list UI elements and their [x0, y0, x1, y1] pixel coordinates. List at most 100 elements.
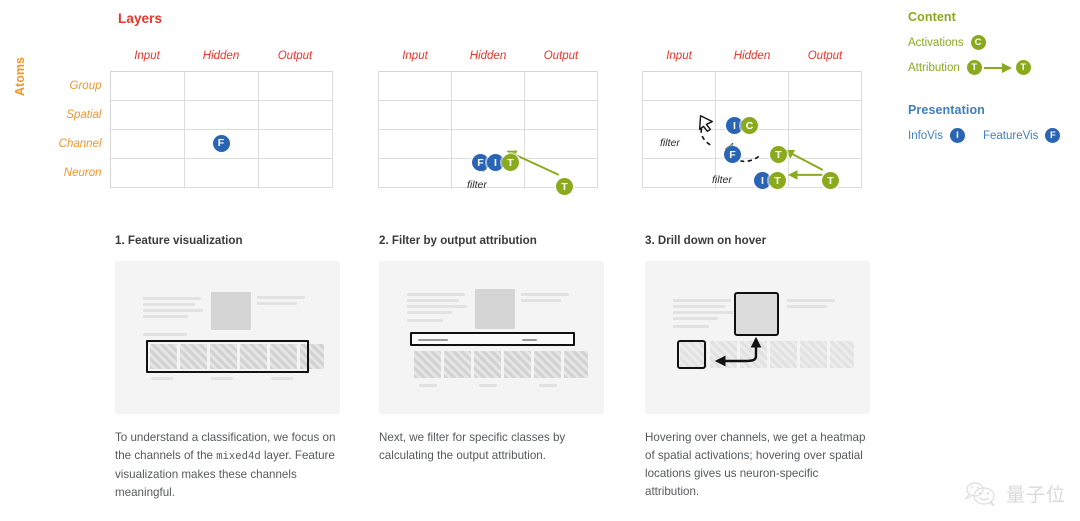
step-1-thumbnail[interactable] [115, 261, 340, 414]
step-2-thumbnail[interactable] [379, 261, 604, 414]
matrix-1-cell-spatial-output[interactable] [257, 99, 333, 130]
step-3-caption-pre: Hovering over channels, we get a heatmap… [645, 431, 866, 498]
matrix-1-rowlabel-channel: Channel [32, 129, 111, 158]
badge-attribution-to[interactable]: T [1015, 60, 1031, 75]
legend-activations-label: Activations [908, 36, 964, 49]
matrix-3-filter-label-lower: filter [712, 174, 732, 186]
matrix-3-cell-group-input[interactable] [642, 70, 716, 101]
thumb-image-block [475, 289, 515, 329]
step-2-title: 2. Filter by output attribution [379, 234, 537, 247]
thumb-text-line [143, 303, 195, 306]
thumb-text-line [539, 384, 557, 387]
matrix-1-table: Input Hidden Output Group Spatial Channe… [32, 42, 333, 188]
matrix-1-corner [32, 42, 110, 71]
thumb-text-line [211, 377, 233, 380]
thumb-text-line [419, 384, 437, 387]
matrix-3-col-output: Output [788, 42, 862, 72]
matrix-2-cell-spatial-output[interactable] [524, 99, 598, 130]
badge-featurevis[interactable]: F [212, 134, 230, 152]
thumb-channel-cell [534, 351, 561, 378]
highlight-filter-bar[interactable] [410, 332, 575, 346]
matrix-1-cell-spatial-hidden[interactable] [183, 99, 259, 130]
step-3-thumbnail[interactable] [645, 261, 870, 414]
matrix-1-cell-spatial-input[interactable] [109, 99, 185, 130]
matrix-2-cell-channel-output[interactable] [524, 128, 598, 159]
matrix-1-cell-group-input[interactable] [109, 70, 185, 101]
matrix-1-cell-group-hidden[interactable] [183, 70, 259, 101]
matrix-1-col-hidden: Hidden [184, 42, 258, 72]
matrix-2-cell-spatial-hidden[interactable] [451, 99, 525, 130]
matrix-1-cell-group-output[interactable] [257, 70, 333, 101]
matrix-1-cell-neuron-hidden[interactable] [183, 157, 259, 188]
badge-attribution[interactable]: T [556, 178, 573, 195]
thumb-text-line [407, 299, 459, 302]
filter-bar-text [418, 339, 448, 341]
matrix-1-row-channel: Channel F [32, 128, 333, 159]
matrix-2-row-spatial [378, 99, 598, 130]
thumb-text-line [673, 299, 731, 302]
matrix-3-cell-neuron-input[interactable] [642, 157, 716, 188]
thumb-text-line [143, 333, 187, 336]
matrix-1-cell-channel-hidden[interactable]: F [183, 128, 259, 159]
thumb-channel-cell [800, 341, 827, 368]
step-1-caption-code: mixed4d [216, 451, 261, 463]
matrix-3-badge-channel-output[interactable]: T [770, 146, 787, 163]
badge-infovis[interactable]: I [949, 128, 965, 143]
matrix-2-badge-channel-output[interactable]: T [556, 178, 573, 195]
thumb-text-line [143, 309, 203, 312]
matrix-3: Input Hidden Output I C F T I T T filter… [642, 42, 862, 189]
legend-presentation-heading: Presentation [908, 103, 985, 117]
thumb-image-block [211, 292, 251, 330]
legend-featurevis-label: FeatureVis [982, 129, 1039, 142]
matrix-3-cell-spatial-input[interactable] [642, 99, 716, 130]
thumb-text-line [673, 311, 733, 314]
matrix-1-row-group: Group [32, 70, 333, 101]
matrix-2-header-row: Input Hidden Output [378, 42, 598, 72]
badge-featurevis[interactable]: F [724, 146, 741, 163]
matrix-2-cell-neuron-input[interactable] [378, 157, 452, 188]
matrix-2-cell-spatial-input[interactable] [378, 99, 452, 130]
matrix-2-cell-group-hidden[interactable] [451, 70, 525, 101]
matrix-2-cell-channel-input[interactable] [378, 128, 452, 159]
thumb-channel-cell [564, 351, 588, 378]
matrix-2-filter-label: filter [467, 179, 487, 191]
legend-attribution-label: Attribution [908, 61, 960, 74]
thumb-text-line [151, 377, 173, 380]
matrix-1-cell-channel-input[interactable] [109, 128, 185, 159]
badge-activations[interactable]: C [741, 117, 758, 134]
thumb-text-line [787, 299, 835, 302]
matrix-3-badge-cluster-spatial-hidden[interactable]: I C [726, 117, 758, 134]
matrix-1-cell-neuron-output[interactable] [257, 157, 333, 188]
thumb-text-line [143, 315, 188, 318]
matrix-3-badge-neuron-output[interactable]: T [822, 172, 839, 189]
matrix-1-row-neuron: Neuron [32, 157, 333, 188]
matrix-3-cell-group-output[interactable] [788, 70, 862, 101]
matrix-3-cell-channel-output[interactable] [788, 128, 862, 159]
badge-featurevis[interactable]: F [1045, 128, 1061, 143]
legend-row-presentation: InfoVis I FeatureVis F [908, 128, 1080, 143]
badge-attribution[interactable]: T [769, 172, 786, 189]
badge-activations[interactable]: C [970, 35, 986, 50]
matrix-3-header-row: Input Hidden Output [642, 42, 862, 72]
thumb-text-line [407, 311, 452, 314]
matrix-2-cell-group-output[interactable] [524, 70, 598, 101]
matrix-1-header-row: Input Hidden Output [32, 42, 332, 72]
badge-attribution[interactable]: T [502, 154, 519, 171]
badge-attribution[interactable]: T [822, 172, 839, 189]
matrix-3-badge-channel-hidden[interactable]: F [724, 146, 741, 163]
matrix-2-badge-cluster-channel-hidden[interactable]: F I T [472, 154, 519, 171]
thumb-text-line [257, 302, 297, 305]
matrix-2-cell-group-input[interactable] [378, 70, 452, 101]
thumb-channel-cell [770, 341, 797, 368]
thumb-text-line [673, 305, 725, 308]
matrix-3-cell-spatial-output[interactable] [788, 99, 862, 130]
legend-content-heading: Content [908, 10, 956, 24]
step-3-caption: Hovering over channels, we get a heatmap… [645, 429, 870, 502]
badge-attribution-from[interactable]: T [966, 60, 982, 75]
badge-attribution[interactable]: T [770, 146, 787, 163]
drill-down-arrow-group [714, 336, 762, 367]
matrix-1-cell-channel-output[interactable] [257, 128, 333, 159]
matrix-1-cell-neuron-input[interactable] [109, 157, 185, 188]
matrix-3-cell-group-hidden[interactable] [715, 70, 789, 101]
matrix-3-badge-cluster-neuron-hidden[interactable]: I T [754, 172, 786, 189]
